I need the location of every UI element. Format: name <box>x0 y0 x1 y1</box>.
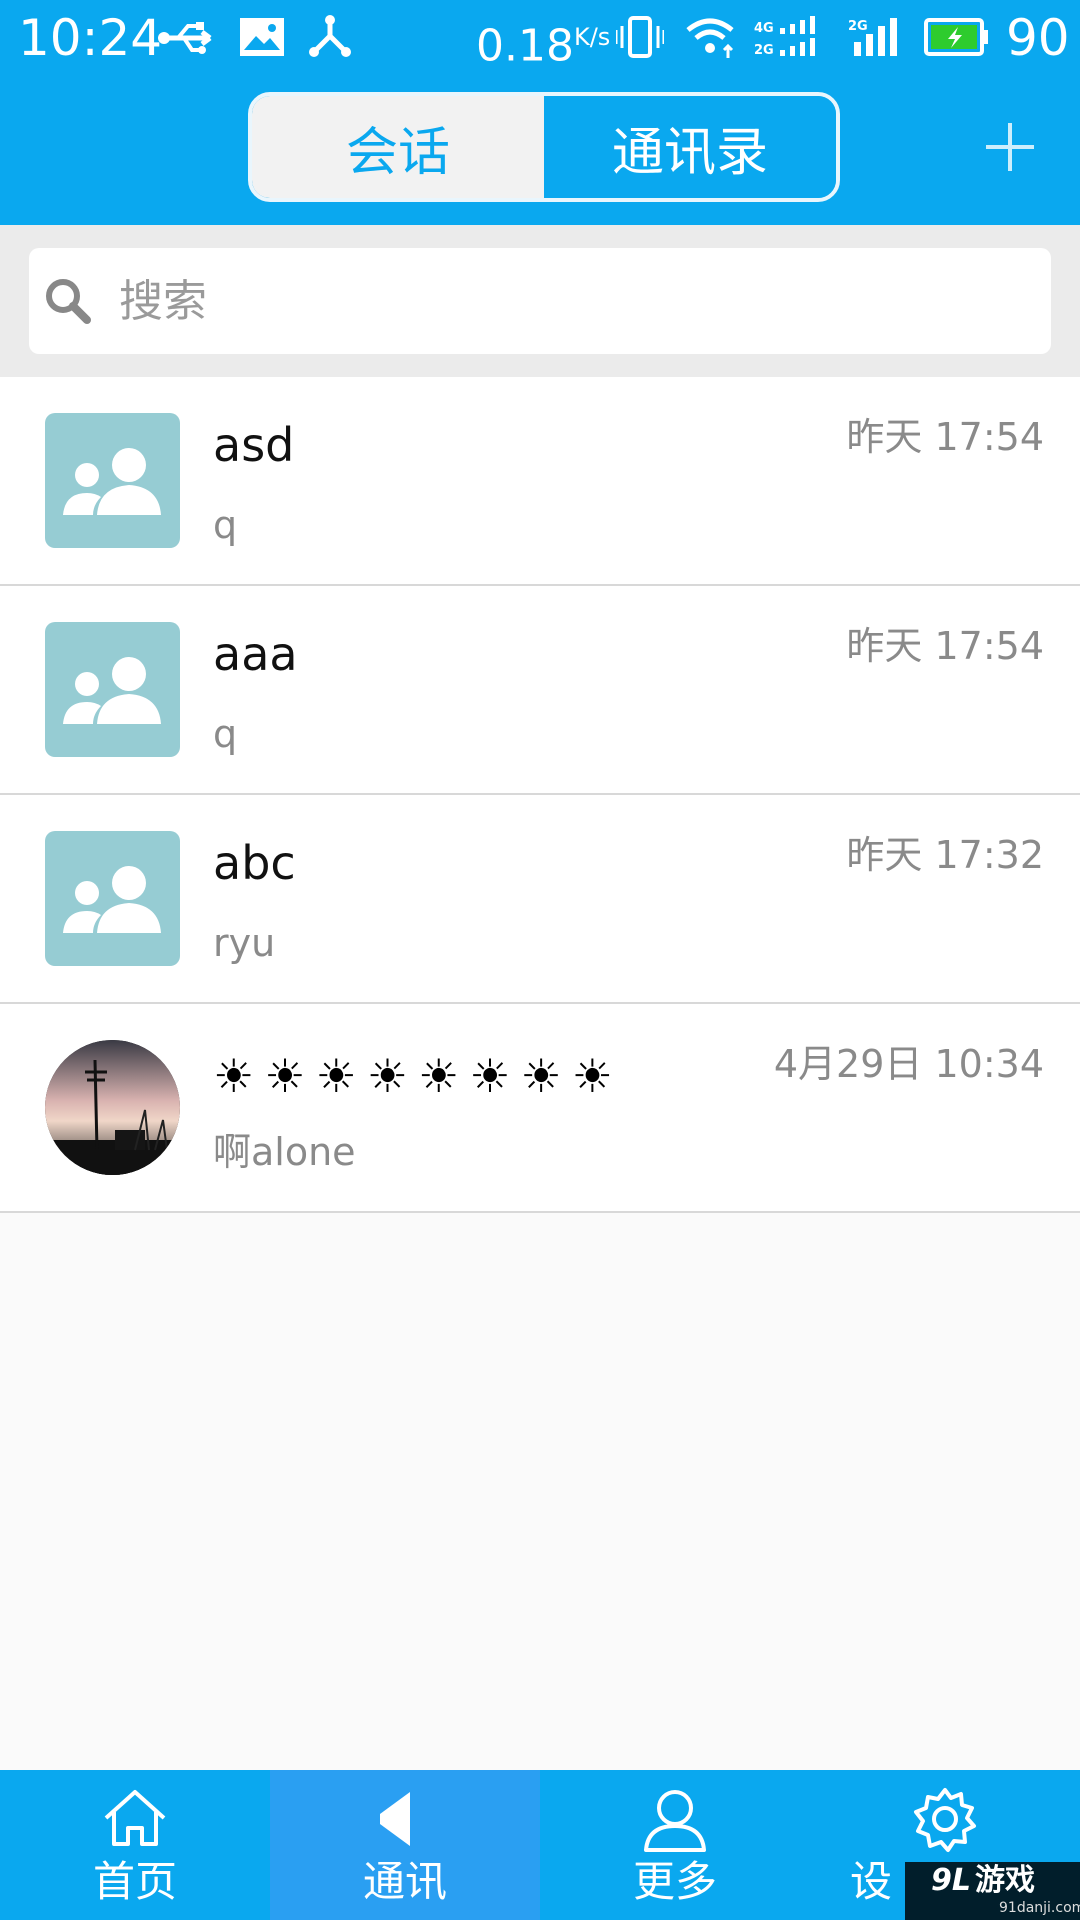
watermark: 9L 游戏 91danji.com <box>905 1862 1080 1920</box>
group-avatar-icon <box>45 413 180 548</box>
conversation-preview: q <box>213 712 238 756</box>
share-hub-icon <box>309 15 351 57</box>
signal-4g-icon: 4G 2G <box>754 16 815 58</box>
list-item[interactable]: asd q 昨天 17:54 <box>0 377 1080 586</box>
search-placeholder: 搜索 <box>119 276 207 327</box>
battery-icon <box>924 18 988 56</box>
conversation-list: asd q 昨天 17:54 aaa q 昨天 17:54 abc ryu 昨天… <box>0 377 1080 1213</box>
search-area: 搜索 <box>0 225 1080 377</box>
conversation-name: asd <box>213 418 295 472</box>
photo-avatar <box>45 1040 180 1175</box>
nav-more[interactable]: 更多 <box>540 1770 810 1920</box>
tab-contacts[interactable]: 通讯录 <box>544 96 836 198</box>
list-item[interactable]: abc ryu 昨天 17:32 <box>0 795 1080 1004</box>
usb-icon <box>158 22 212 54</box>
wifi-icon <box>686 18 734 58</box>
conversation-preview: q <box>213 503 238 547</box>
speaker-icon <box>380 1792 410 1846</box>
conversation-time: 4月29日 10:34 <box>773 1042 1044 1086</box>
nav-label: 更多 <box>632 1857 717 1906</box>
svg-text:4G: 4G <box>754 21 774 36</box>
conversation-preview: ryu <box>213 921 276 965</box>
battery-level: 90 <box>1006 9 1070 67</box>
nav-contact[interactable]: 通讯 <box>270 1770 540 1920</box>
list-item[interactable]: ☀☀☀☀☀☀☀☀ 啊alone 4月29日 10:34 <box>0 1004 1080 1213</box>
search-input[interactable]: 搜索 <box>29 248 1051 354</box>
conversation-name: aaa <box>213 627 298 681</box>
signal-2g-icon: 2G <box>848 18 897 56</box>
watermark-text: 游戏 <box>975 1863 1035 1898</box>
search-icon <box>46 279 91 324</box>
tab-switcher: 会话 通讯录 <box>248 92 840 202</box>
conversation-time: 昨天 17:32 <box>846 833 1044 877</box>
status-time: 10:24 <box>18 9 163 67</box>
network-speed: 0.18K/s <box>476 20 611 72</box>
conversation-preview: 啊alone <box>213 1130 356 1174</box>
vibrate-icon <box>616 16 664 58</box>
tab-conversations[interactable]: 会话 <box>252 96 544 198</box>
watermark-url: 91danji.com <box>999 1900 1080 1916</box>
watermark-logo: 9L <box>931 1863 971 1898</box>
conversation-name: abc <box>213 836 296 890</box>
status-bar: 10:24 0.18K/s 4G 2G 2G 90 <box>0 0 1080 75</box>
header: 会话 通讯录 <box>0 75 1080 225</box>
group-avatar-icon <box>45 622 180 757</box>
nav-label: 通讯 <box>362 1857 447 1906</box>
list-item[interactable]: aaa q 昨天 17:54 <box>0 586 1080 795</box>
svg-text:2G: 2G <box>848 19 868 34</box>
conversation-time: 昨天 17:54 <box>846 624 1044 668</box>
nav-home[interactable]: 首页 <box>0 1770 270 1920</box>
conversation-time: 昨天 17:54 <box>846 415 1044 459</box>
gear-icon <box>914 1788 976 1852</box>
group-avatar-icon <box>45 831 180 966</box>
image-icon <box>240 18 284 56</box>
conversation-name: ☀☀☀☀☀☀☀☀ <box>213 1049 623 1103</box>
plus-icon[interactable] <box>978 115 1042 179</box>
svg-text:2G: 2G <box>754 43 774 58</box>
home-icon <box>104 1790 166 1846</box>
nav-label: 首页 <box>92 1857 177 1906</box>
person-icon <box>644 1790 706 1852</box>
